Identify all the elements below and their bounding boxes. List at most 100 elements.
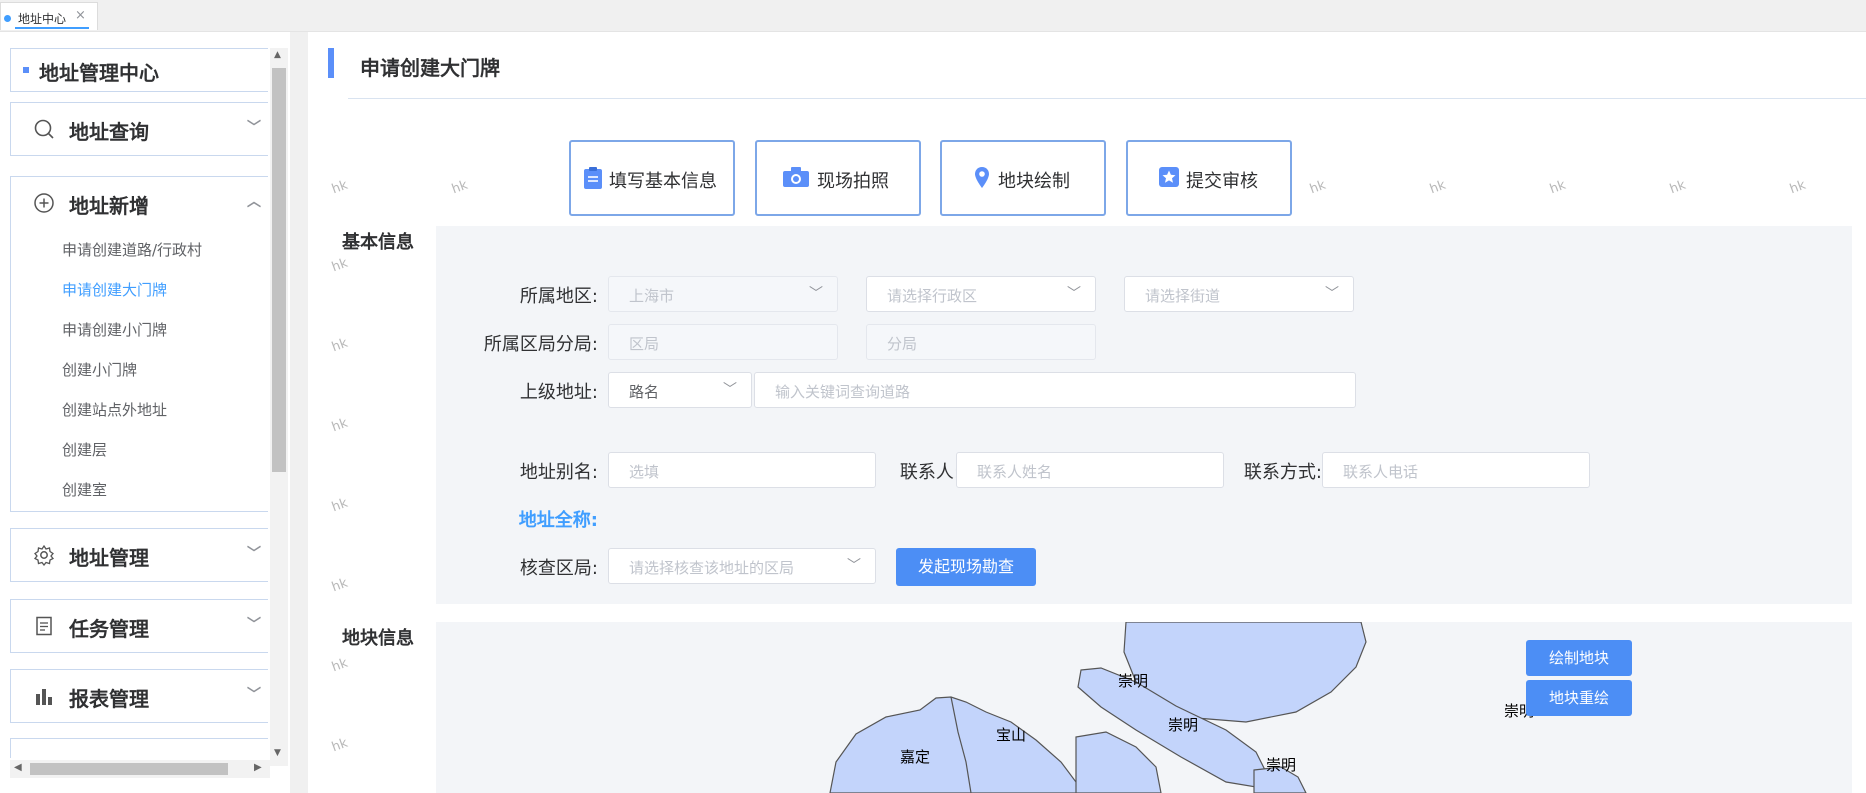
title-divider — [348, 98, 1866, 99]
group-label: 地址新增 — [69, 194, 149, 218]
map-label-chongming: 崇明 — [1118, 672, 1149, 690]
scroll-right-icon[interactable]: ▶ — [254, 762, 262, 773]
bureau-field: 区局 — [608, 324, 838, 360]
watermark: hk — [1667, 177, 1688, 198]
sidebar: 地址管理中心 地址查询 ﹀ 地址新增 ︿ 申请创建道路/行政村 申请创建大门牌 … — [0, 32, 308, 793]
group-label: 任务管理 — [69, 617, 149, 641]
map-pin-icon — [974, 166, 990, 196]
watermark: hk — [329, 655, 350, 676]
draw-parcel-button[interactable]: 绘制地块 — [1526, 640, 1632, 676]
sidebar-group-address-query[interactable]: 地址查询 ﹀ — [10, 102, 268, 156]
sidebar-item-create-big-door[interactable]: 申请创建大门牌 — [62, 279, 167, 300]
main-content: 申请创建大门牌 hk hk hk hk hk hk hk hk hk hk hk… — [310, 32, 1866, 793]
redraw-parcel-button[interactable]: 地块重绘 — [1526, 680, 1632, 716]
close-icon[interactable]: × — [75, 8, 86, 23]
group-header-address-add[interactable]: 地址新增 ︿ — [11, 177, 269, 229]
watermark: hk — [329, 735, 350, 756]
contact-input[interactable]: 联系人姓名 — [956, 452, 1224, 488]
watermark: hk — [1307, 177, 1328, 198]
watermark: hk — [329, 177, 350, 198]
sidebar-horizontal-scrollbar[interactable]: ◀ ▶ — [10, 760, 270, 778]
tab-address-center[interactable]: 地址中心 × — [0, 2, 98, 30]
watermark: hk — [329, 575, 350, 596]
watermark: hk — [329, 495, 350, 516]
chevron-down-icon: ﹀ — [247, 546, 261, 562]
step-submit-review[interactable]: 提交审核 — [1126, 140, 1292, 216]
alias-input[interactable]: 选填 — [608, 452, 876, 488]
bureau-label: 所属区局分局: — [483, 334, 598, 355]
step-site-photo[interactable]: 现场拍照 — [755, 140, 921, 216]
parcel-map[interactable]: 崇明 崇明 崇明 宝山 嘉定 崇明 绘制地块 地块重绘 — [436, 622, 1852, 793]
contact-label: 联系人: — [899, 462, 960, 483]
step-label: 地块绘制 — [998, 171, 1070, 192]
section-basic-info-label: 基本信息 — [342, 232, 414, 253]
watermark: hk — [329, 255, 350, 276]
chevron-down-icon: ﹀ — [247, 687, 261, 703]
chevron-down-icon: ﹀ — [809, 286, 823, 302]
sidebar-group-address-add: 地址新增 ︿ 申请创建道路/行政村 申请创建大门牌 申请创建小门牌 创建小门牌 … — [10, 176, 268, 512]
full-name-label: 地址全称: — [518, 510, 598, 531]
map-label-baoshan: 宝山 — [996, 726, 1027, 744]
watermark: hk — [1427, 177, 1448, 198]
street-select[interactable]: 请选择街道 ﹀ — [1124, 276, 1354, 312]
check-bureau-select[interactable]: 请选择核查该地址的区局 ﹀ — [608, 548, 876, 584]
scroll-down-icon[interactable]: ▼ — [274, 748, 281, 758]
parent-type-select[interactable]: 路名 ﹀ — [608, 372, 752, 408]
scroll-left-icon[interactable]: ◀ — [14, 762, 22, 773]
sidebar-group-task-manage[interactable]: 任务管理 ﹀ — [10, 599, 268, 653]
parent-address-label: 上级地址: — [519, 382, 598, 403]
star-icon — [1158, 166, 1180, 194]
watermark: hk — [1787, 177, 1808, 198]
tab-underline — [15, 27, 89, 29]
tab-label: 地址中心 — [18, 12, 67, 26]
watermark: hk — [329, 415, 350, 436]
camera-icon — [782, 166, 810, 194]
survey-button[interactable]: 发起现场勘查 — [896, 548, 1036, 586]
alias-label: 地址别名: — [519, 462, 598, 483]
scroll-thumb[interactable] — [272, 68, 286, 472]
sidebar-gutter — [290, 32, 308, 793]
section-parcel-info-label: 地块信息 — [342, 628, 414, 649]
map-label-chongming: 崇明 — [1168, 716, 1199, 734]
map-label-chongming: 崇明 — [1266, 756, 1297, 774]
map-shapes — [829, 622, 1367, 793]
group-label: 报表管理 — [69, 687, 149, 711]
phone-input[interactable]: 联系人电话 — [1322, 452, 1590, 488]
sidebar-vertical-scrollbar[interactable]: ▲ ▼ — [270, 48, 288, 766]
sidebar-item-create-floor[interactable]: 创建层 — [62, 439, 107, 460]
scroll-thumb-h[interactable] — [30, 763, 228, 775]
clipboard-icon — [583, 166, 603, 196]
document-icon — [33, 615, 55, 637]
search-icon — [33, 118, 55, 140]
header-marker — [23, 67, 29, 73]
title-accent-bar — [328, 48, 334, 78]
parent-search-input[interactable]: 输入关键词查询道路 — [754, 372, 1356, 408]
step-parcel-draw[interactable]: 地块绘制 — [940, 140, 1106, 216]
sidebar-title: 地址管理中心 — [39, 61, 159, 85]
sidebar-item-create-offsite[interactable]: 创建站点外地址 — [62, 399, 167, 420]
city-select[interactable]: 上海市 ﹀ — [608, 276, 838, 312]
sidebar-item-create-small-door[interactable]: 创建小门牌 — [62, 359, 137, 380]
map-label-jiading: 嘉定 — [900, 748, 931, 766]
sidebar-item-create-small-door-apply[interactable]: 申请创建小门牌 — [62, 319, 167, 340]
step-label: 提交审核 — [1186, 171, 1258, 192]
sidebar-group-address-manage[interactable]: 地址管理 ﹀ — [10, 528, 268, 582]
sidebar-group-partial — [10, 738, 268, 758]
phone-label: 联系方式: — [1243, 462, 1322, 483]
tab-bar: 地址中心 × — [0, 0, 1866, 32]
scroll-up-icon[interactable]: ▲ — [274, 50, 281, 60]
chevron-down-icon: ﹀ — [847, 558, 861, 574]
step-fill-basic-info[interactable]: 填写基本信息 — [569, 140, 735, 216]
sidebar-item-create-room[interactable]: 创建室 — [62, 479, 107, 500]
sidebar-item-create-road[interactable]: 申请创建道路/行政村 — [62, 239, 202, 260]
region-label: 所属地区: — [519, 286, 598, 307]
chevron-down-icon: ﹀ — [1067, 286, 1081, 302]
bar-chart-icon — [33, 685, 55, 707]
gear-icon — [33, 544, 55, 567]
step-label: 填写基本信息 — [609, 171, 717, 192]
group-label: 地址管理 — [69, 546, 149, 570]
page-title: 申请创建大门牌 — [360, 56, 500, 80]
district-select[interactable]: 请选择行政区 ﹀ — [866, 276, 1096, 312]
check-bureau-label: 核查区局: — [519, 558, 598, 579]
sidebar-group-report-manage[interactable]: 报表管理 ﹀ — [10, 669, 268, 723]
